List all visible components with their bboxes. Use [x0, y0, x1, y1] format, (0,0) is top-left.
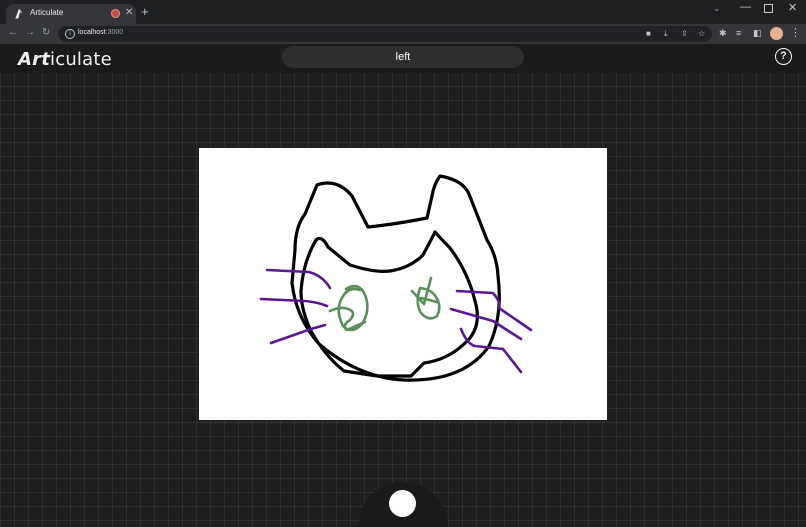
media-icon[interactable]: ≡ — [736, 27, 741, 39]
tab-strip: Articulate ✕ + ⌄ — ✕ — [0, 0, 806, 24]
url-host: localhost — [78, 29, 106, 36]
extensions-icon[interactable]: ✱ — [719, 27, 727, 39]
tab-search-icon[interactable]: ⌄ — [713, 3, 721, 14]
cat-eyes-strokes — [328, 276, 441, 332]
address-bar[interactable]: i localhost:3000 ■ ⤓ ⇪ ☆ — [58, 26, 712, 42]
tab-articulate[interactable]: Articulate ✕ — [6, 4, 136, 24]
right-eye-stroke — [416, 286, 441, 320]
browser-toolbar: ← → ↻ i localhost:3000 ■ ⤓ ⇪ ☆ ✱ ≡ ◧ ⋮ — [0, 24, 806, 44]
recording-indicator-icon — [111, 9, 120, 18]
forward-arrow-icon[interactable]: → — [25, 27, 35, 39]
app-header: Articulate left ? — [0, 44, 806, 73]
profile-avatar[interactable] — [770, 27, 783, 40]
drawing-canvas[interactable] — [199, 148, 607, 420]
back-arrow-icon[interactable]: ← — [8, 27, 18, 39]
prompt-word: left — [282, 46, 524, 68]
right-whisker-top — [455, 289, 533, 332]
tab-close-icon[interactable]: ✕ — [125, 7, 133, 19]
articulate-logo: Articulate — [18, 49, 112, 70]
logo-rest: iculate — [50, 49, 112, 70]
close-window-icon[interactable]: ✕ — [788, 1, 797, 14]
control-dock — [358, 482, 448, 527]
new-tab-button[interactable]: + — [141, 5, 149, 18]
right-eye-inner-stroke — [410, 276, 439, 306]
help-button[interactable]: ? — [775, 48, 792, 65]
share-icon[interactable]: ⇪ — [681, 28, 688, 40]
record-button[interactable] — [389, 490, 416, 517]
right-whisker-middle — [449, 307, 523, 341]
side-panel-icon[interactable]: ◧ — [753, 27, 762, 39]
menu-icon[interactable]: ⋮ — [790, 26, 801, 40]
tab-title: Articulate — [30, 8, 64, 17]
url-port: :3000 — [105, 29, 124, 36]
site-info-icon[interactable]: i — [65, 29, 75, 39]
browser-window: Articulate ✕ + ⌄ — ✕ ← → ↻ i localhost:3… — [0, 0, 806, 527]
download-icon[interactable]: ⤓ — [664, 28, 668, 40]
url-text: localhost:3000 — [78, 29, 123, 36]
articulate-app: Articulate left ? — [0, 44, 806, 527]
left-whisker-top — [265, 268, 332, 290]
camera-icon[interactable]: ■ — [646, 28, 651, 40]
inner-head-stroke — [299, 230, 479, 378]
reload-icon[interactable]: ↻ — [42, 27, 50, 39]
cat-drawing — [259, 174, 533, 382]
star-icon[interactable]: ☆ — [698, 28, 705, 40]
maximize-window-icon[interactable] — [764, 4, 773, 13]
minimize-window-icon[interactable]: — — [740, 1, 751, 13]
left-whisker-middle — [259, 297, 329, 308]
logo-art: Art — [18, 49, 51, 70]
articulate-favicon-icon — [15, 9, 22, 19]
